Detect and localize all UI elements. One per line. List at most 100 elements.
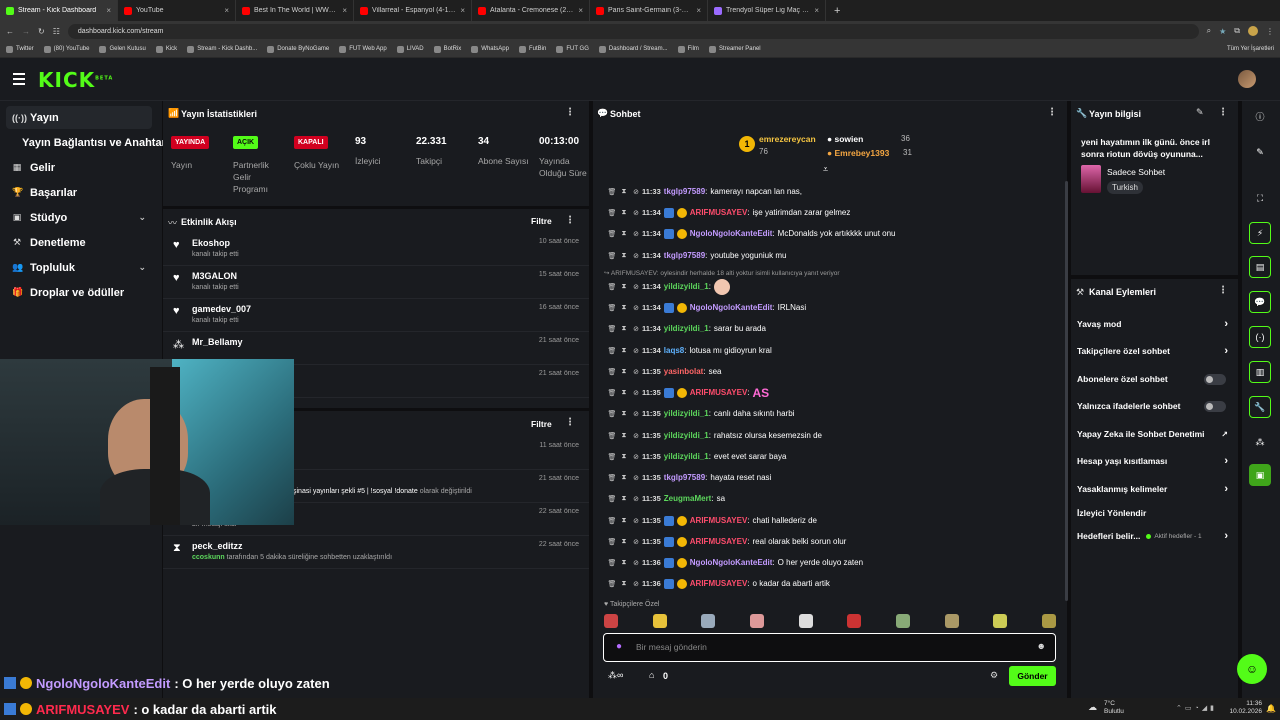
activity-username[interactable]: gamedev_007 — [192, 304, 251, 314]
chat-input[interactable]: ● Bir mesaj gönderin ☻ — [603, 633, 1056, 662]
delete-icon[interactable]: 🗑 — [606, 517, 618, 525]
ban-icon[interactable]: ⊘ — [630, 252, 642, 260]
layers-icon[interactable]: ▥ — [1249, 361, 1271, 383]
all-bookmarks-button[interactable]: Tüm Yer İşaretleri — [1227, 46, 1274, 52]
delete-icon[interactable]: 🗑 — [606, 410, 618, 418]
delete-icon[interactable]: 🗑 — [606, 188, 618, 196]
tab-close-icon[interactable]: × — [696, 6, 701, 15]
emoji-icon[interactable]: ☻ — [1037, 641, 1046, 651]
moderation-filter-button[interactable]: Filtre — [531, 419, 552, 429]
ban-icon[interactable]: ⊘ — [630, 495, 642, 503]
channel-actions-menu-icon[interactable]: ⋮ — [1218, 285, 1228, 296]
chat-username[interactable]: yildizyildi_1 — [664, 409, 709, 418]
timeout-icon[interactable]: ⧗ — [618, 252, 630, 260]
tab-close-icon[interactable]: × — [342, 6, 347, 15]
notes-icon[interactable]: ▤ — [1249, 256, 1271, 278]
chat-username[interactable]: NgoloNgoloKanteEdit — [690, 229, 773, 238]
timeout-icon[interactable]: ⧗ — [618, 368, 630, 376]
emote-icon[interactable] — [847, 614, 862, 628]
chat-username[interactable]: yildizyildi_1 — [664, 431, 709, 440]
activity-username[interactable]: M3GALON — [192, 271, 237, 281]
sidebar-item[interactable]: ((·)) Yayın — [6, 106, 152, 129]
ban-icon[interactable]: ⊘ — [630, 474, 642, 482]
menu-icon[interactable]: ⋮ — [1266, 27, 1274, 36]
bookmark-item[interactable]: Kick — [155, 45, 177, 53]
top-gifter-1-name[interactable]: emrezereycan — [759, 134, 816, 144]
bookmark-item[interactable]: Film — [677, 45, 699, 53]
chat-settings-icon[interactable]: ⚙ — [990, 670, 998, 681]
browser-tab[interactable]: Stream - Kick Dashboard × — [0, 0, 118, 21]
timeout-icon[interactable]: ⧗ — [618, 580, 630, 588]
chat-icon[interactable]: 💬 — [1249, 291, 1271, 313]
top-gifter-2-name[interactable]: ● sowien — [827, 134, 863, 144]
channel-action-item[interactable]: Abonelere özel sohbet — [1077, 370, 1232, 388]
game-icon[interactable]: ▣ — [1249, 464, 1271, 486]
moderation-menu-icon[interactable]: ⋮ — [565, 417, 575, 428]
browser-tab[interactable]: Villarreal - Espanyol (4-1) - Ma × — [354, 0, 472, 21]
tab-close-icon[interactable]: × — [106, 6, 111, 15]
chat-username[interactable]: NgoloNgoloKanteEdit — [690, 303, 773, 312]
activity-filter-button[interactable]: Filtre — [531, 216, 552, 226]
new-tab-icon[interactable]: + — [826, 5, 840, 17]
search-icon[interactable]: ⌕ — [1207, 26, 1211, 36]
delete-icon[interactable]: 🗑 — [606, 325, 618, 333]
delete-icon[interactable]: 🗑 — [606, 347, 618, 355]
channel-action-item[interactable]: Hesap yaşı kısıtlaması › — [1077, 452, 1232, 470]
delete-icon[interactable]: 🗑 — [606, 230, 618, 238]
activity-menu-icon[interactable]: ⋮ — [565, 215, 575, 226]
ban-icon[interactable]: ⊘ — [630, 325, 642, 333]
sidebar-item[interactable]: 🎁 Droplar ve ödüller — [6, 281, 152, 304]
ban-icon[interactable]: ⊘ — [630, 283, 642, 291]
star-icon[interactable]: ★ — [1219, 27, 1226, 36]
bookmark-item[interactable]: (80) YouTube — [43, 45, 89, 53]
timeout-icon[interactable]: ⧗ — [618, 517, 630, 525]
emote-icon[interactable] — [701, 614, 716, 628]
edit-icon[interactable]: ✎ — [1249, 141, 1271, 163]
timeout-icon[interactable]: ⧗ — [618, 283, 630, 291]
delete-icon[interactable]: 🗑 — [606, 474, 618, 482]
bookmark-item[interactable]: Dashboard / Stream... — [598, 45, 668, 53]
bookmark-item[interactable]: Stream - Kick Dashb... — [187, 45, 257, 53]
ban-icon[interactable]: ⊘ — [630, 209, 642, 217]
delete-icon[interactable]: 🗑 — [606, 559, 618, 567]
fullscreen-icon[interactable]: ⛶ — [1249, 187, 1271, 209]
ban-icon[interactable]: ⊘ — [630, 410, 642, 418]
sidebar-item[interactable]: Yayın Bağlantısı ve Anahtarı — [6, 131, 169, 154]
chat-username[interactable]: NgoloNgoloKanteEdit — [690, 558, 773, 567]
kick-logo[interactable]: KICKBETA — [38, 68, 113, 92]
delete-icon[interactable]: 🗑 — [606, 389, 618, 397]
timeout-icon[interactable]: ⧗ — [618, 538, 630, 546]
timeout-icon[interactable]: ⧗ — [618, 559, 630, 567]
timeout-icon[interactable]: ⧗ — [618, 410, 630, 418]
ban-icon[interactable]: ⊘ — [630, 453, 642, 461]
emote-icon[interactable] — [944, 614, 959, 628]
browser-tab[interactable]: Paris Saint-Germain (3-0) Mars × — [590, 0, 708, 21]
send-button[interactable]: Gönder — [1009, 666, 1056, 686]
sidebar-item[interactable]: 👥 Topluluk ⌄ — [6, 256, 152, 279]
delete-icon[interactable]: 🗑 — [606, 252, 618, 260]
timeout-icon[interactable]: ⧗ — [618, 230, 630, 238]
reload-icon[interactable]: ↻ — [38, 27, 45, 36]
notifications-icon[interactable]: 🔔 — [1266, 704, 1276, 713]
browser-tab[interactable]: Trendyol Süper Lig Maç Özetle × — [708, 0, 826, 21]
delete-icon[interactable]: 🗑 — [606, 283, 618, 291]
stats-menu-icon[interactable]: ⋮ — [565, 107, 575, 118]
tray-icons[interactable]: ⌃▭◔◢▮ — [1176, 704, 1217, 712]
emote-icon[interactable] — [749, 614, 764, 628]
url-field[interactable]: dashboard.kick.com/stream — [67, 23, 1199, 39]
ban-icon[interactable]: ⊘ — [630, 580, 642, 588]
channel-action-item[interactable]: Yasaklanmış kelimeler › — [1077, 480, 1232, 498]
user-avatar[interactable] — [1238, 70, 1256, 88]
stream-info-menu-icon[interactable]: ⋮ — [1218, 107, 1228, 118]
forward-icon[interactable]: → — [22, 27, 30, 36]
ban-icon[interactable]: ⊘ — [630, 432, 642, 440]
sidebar-item[interactable]: ▣ Stüdyo ⌄ — [6, 206, 152, 229]
community-icon[interactable]: ⁂ — [1249, 431, 1271, 453]
delete-icon[interactable]: 🗑 — [606, 538, 618, 546]
toggle-switch[interactable] — [1204, 400, 1226, 412]
bookmark-item[interactable]: BotRix — [433, 45, 461, 53]
chat-username[interactable]: yildizyildi_1 — [664, 324, 709, 333]
sidebar-item[interactable]: ▦ Gelir — [6, 156, 152, 179]
language-tag[interactable]: Turkish — [1107, 181, 1143, 194]
chat-username[interactable]: tkglp97589 — [664, 251, 705, 260]
